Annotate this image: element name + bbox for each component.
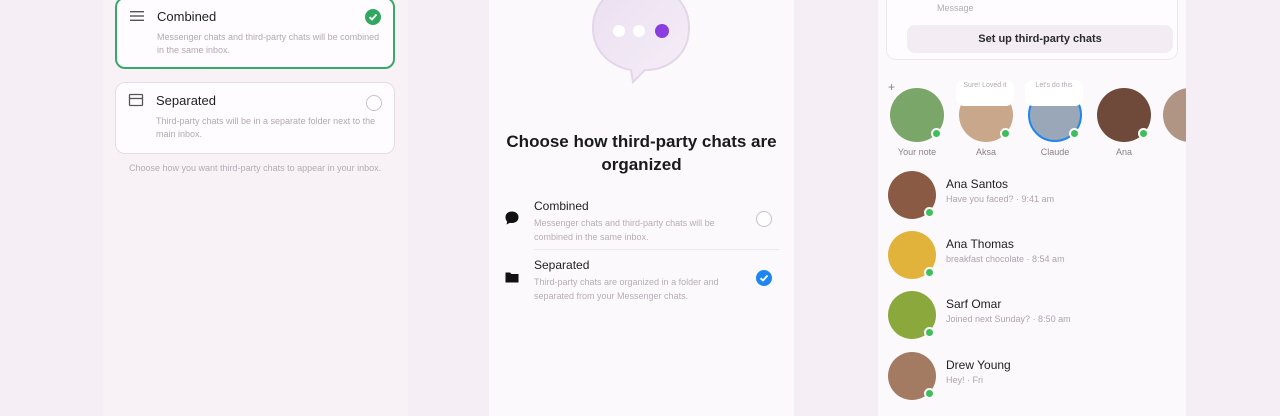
radio-selected[interactable]	[756, 270, 772, 286]
folder-outline-icon	[128, 93, 144, 107]
online-indicator	[924, 388, 935, 399]
chat-bubble-icon	[505, 211, 519, 225]
add-note-icon[interactable]: +	[888, 80, 895, 94]
chat-preview: breakfast chocolate · 8:54 am	[946, 254, 1065, 264]
chat-preview: Joined next Sunday? · 8:50 am	[946, 314, 1071, 324]
radio-selected[interactable]	[365, 9, 381, 25]
chat-name: Ana Thomas	[946, 237, 1014, 251]
radio-unselected[interactable]	[366, 95, 382, 111]
third-party-cta-card: Message Set up third-party chats	[886, 0, 1178, 60]
avatar	[1163, 88, 1186, 142]
option-description: Messenger chats and third-party chats wi…	[534, 218, 715, 242]
chat-name: Sarf Omar	[946, 297, 1002, 311]
online-indicator	[924, 267, 935, 278]
online-indicator	[931, 128, 942, 139]
option-combined[interactable]: Combined Messenger chats and third-party…	[115, 0, 395, 69]
radio-unselected[interactable]	[756, 211, 772, 227]
option-title: Separated	[156, 93, 216, 108]
list-icon	[130, 11, 144, 21]
check-icon	[368, 13, 378, 21]
chat-name: Drew Young	[946, 358, 1011, 372]
option-description: Third-party chats will be in a separate …	[156, 116, 376, 139]
option-separated[interactable]: Separated Third-party chats will be in a…	[115, 82, 395, 154]
footnote: Choose how you want third-party chats to…	[129, 163, 382, 173]
story-name: Br	[1158, 147, 1187, 157]
chat-row[interactable]: Drew Young Hey! · Fri	[888, 352, 1178, 408]
online-indicator	[1069, 128, 1080, 139]
story-name: Claude	[1040, 147, 1070, 157]
option-title: Separated	[534, 258, 590, 272]
chat-bubble-illustration	[591, 0, 691, 85]
option-separated[interactable]: Separated Third-party chats are organize…	[504, 258, 779, 308]
setup-third-party-button[interactable]: Set up third-party chats	[907, 25, 1173, 53]
chat-name: Ana Santos	[946, 177, 1009, 191]
story-name: Ana	[1115, 147, 1132, 157]
chat-row[interactable]: Ana Santos Have you faced? · 9:41 am	[888, 171, 1178, 227]
onboarding-panel-center: Choose how third-party chats are organiz…	[489, 0, 794, 416]
option-description: Messenger chats and third-party chats wi…	[157, 32, 380, 55]
check-icon	[759, 274, 769, 282]
chat-preview: Have you faced? · 9:41 am	[946, 194, 1055, 204]
folder-icon	[505, 272, 519, 283]
chats-panel-right: Message Set up third-party chats + Your …	[878, 0, 1186, 416]
story-name: Aksa	[975, 147, 996, 157]
online-indicator	[924, 207, 935, 218]
option-title: Combined	[157, 9, 217, 24]
settings-panel-left: Combined Messenger chats and third-party…	[103, 0, 408, 416]
chat-row[interactable]: Sarf Omar Joined next Sunday? · 8:50 am	[888, 291, 1178, 347]
note-bubble: Let's do this	[1025, 80, 1083, 106]
online-indicator	[1138, 128, 1149, 139]
chat-preview: Hey! · Fri	[946, 375, 983, 385]
online-indicator	[924, 327, 935, 338]
story-name: Your note	[897, 147, 937, 157]
option-combined[interactable]: Combined Messenger chats and third-party…	[504, 199, 779, 249]
chat-row[interactable]: Ana Thomas breakfast chocolate · 8:54 am	[888, 231, 1178, 287]
cta-message: Message	[937, 3, 974, 13]
page-title: Choose how third-party chats are organiz…	[506, 132, 777, 174]
option-title: Combined	[534, 199, 589, 213]
divider	[534, 249, 779, 250]
note-bubble: Sure! Loved it	[956, 80, 1014, 106]
online-indicator	[1000, 128, 1011, 139]
option-description: Third-party chats are organized in a fol…	[534, 277, 719, 301]
